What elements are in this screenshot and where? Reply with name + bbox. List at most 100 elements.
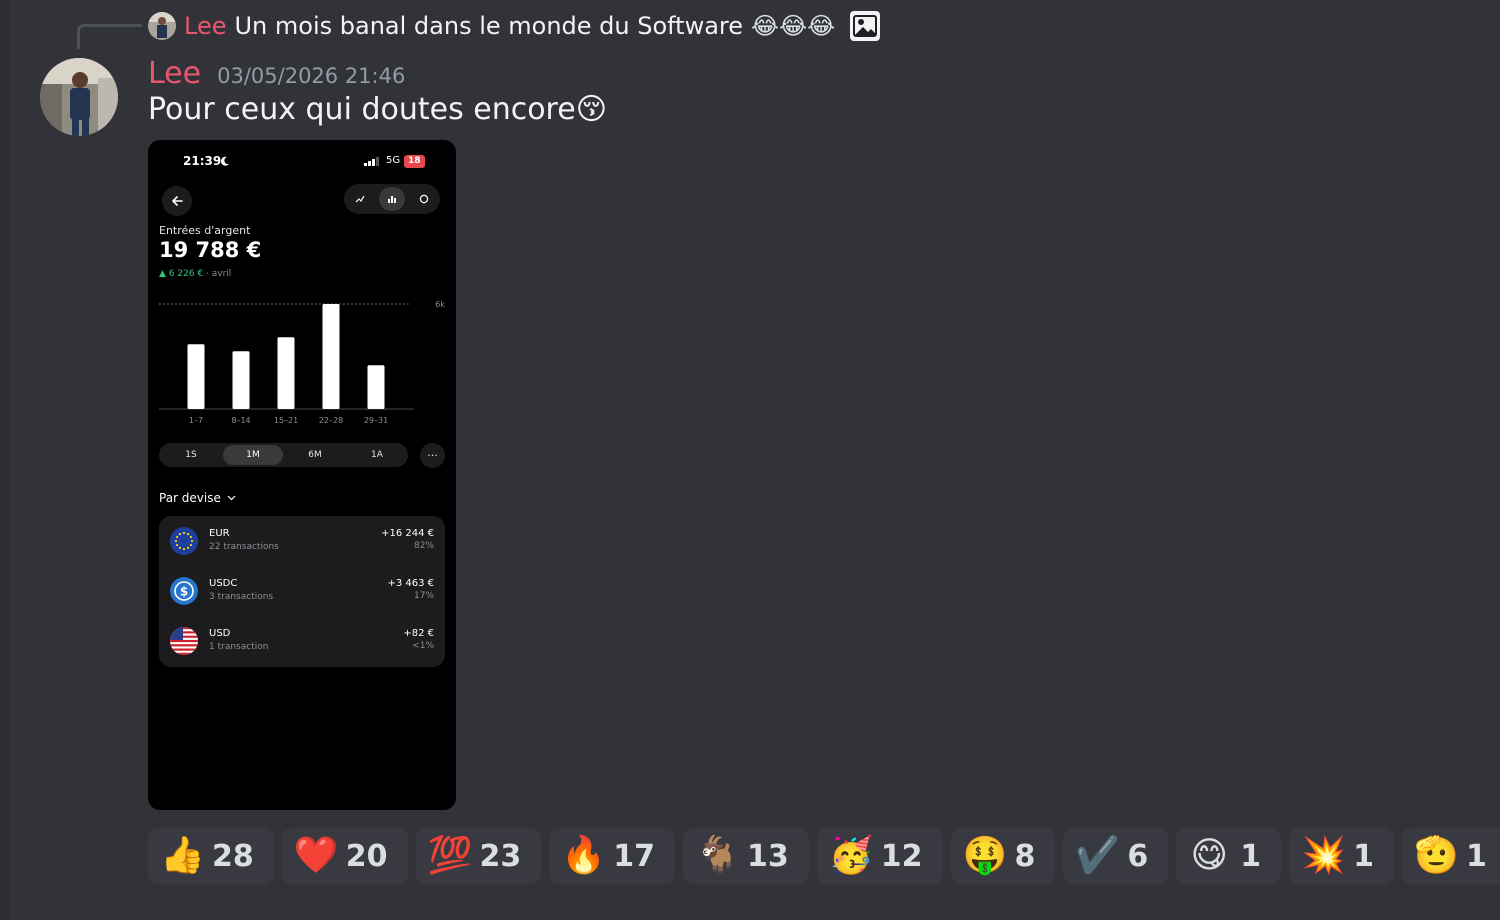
reaction-button[interactable]: 💥 1 — [1289, 828, 1394, 884]
reply-author[interactable]: Lee — [184, 12, 226, 40]
line-chart-icon — [355, 195, 365, 203]
reaction-count: 1 — [1466, 838, 1487, 874]
currency-percent: 82% — [413, 541, 434, 551]
x-tick-label: 22–28 — [319, 416, 343, 425]
reaction-emoji: 😋 — [1190, 835, 1229, 876]
avatar[interactable] — [40, 58, 118, 136]
income-amount: 19 788 € — [159, 238, 262, 262]
reaction-count: 1 — [1353, 838, 1374, 874]
usdc-icon: $ — [170, 577, 198, 605]
currency-code: USD — [209, 628, 231, 639]
arrow-left-icon — [172, 196, 183, 206]
period-option[interactable]: 1M — [223, 445, 283, 465]
reaction-button[interactable]: 🫡 1 — [1402, 828, 1500, 884]
reaction-emoji: 👍 — [160, 835, 205, 876]
x-tick-label: 1–7 — [189, 416, 203, 425]
reaction-button[interactable]: 💯 23 — [415, 828, 542, 884]
chart-bar[interactable] — [277, 337, 295, 409]
reaction-emoji: 🤑 — [962, 835, 1008, 876]
message-emoji: 😚 — [575, 92, 607, 127]
reply-avatar[interactable] — [148, 12, 176, 40]
group-by-dropdown[interactable]: Par devise — [159, 491, 236, 505]
x-tick-label: 15–21 — [274, 416, 298, 425]
phone-time: 21:39 — [183, 154, 222, 168]
currency-amount: +3 463 € — [387, 578, 434, 589]
chart-bar[interactable] — [322, 304, 340, 409]
currency-amount: +16 244 € — [381, 528, 434, 539]
reaction-emoji: 🥳 — [828, 835, 874, 876]
chevron-down-icon — [227, 495, 236, 501]
currency-percent: <1% — [412, 641, 434, 651]
currency-percent: 17% — [413, 591, 434, 601]
reaction-emoji: 💥 — [1301, 835, 1346, 876]
reaction-button[interactable]: 🥳 12 — [816, 828, 943, 884]
eu-flag-icon — [170, 527, 198, 555]
y-tick-label: 6k — [435, 300, 445, 309]
period-option[interactable]: 1S — [161, 445, 221, 465]
chart-bar[interactable] — [232, 351, 250, 409]
reaction-emoji: 💯 — [427, 835, 473, 876]
currency-list: EUR 22 transactions +16 244 € 82% $ USDC… — [159, 516, 445, 667]
income-bar-chart: 6k 1–7 8–14 15–21 22–28 29–31 — [159, 300, 445, 425]
image-attachment[interactable]: 21:39 5G 18 Entrées d'argent 19 788 € ▲ … — [148, 140, 456, 810]
currency-row[interactable]: EUR 22 transactions +16 244 € 82% — [159, 516, 445, 566]
reaction-emoji: ❤️ — [293, 835, 339, 876]
more-options-button[interactable]: ··· — [420, 443, 445, 468]
reaction-emoji: 🐐 — [695, 835, 740, 876]
period-option[interactable]: 6M — [285, 445, 345, 465]
reply-reference[interactable]: Lee Un mois banal dans le monde du Softw… — [148, 8, 881, 44]
image-icon — [850, 11, 881, 41]
currency-row[interactable]: USD 1 transaction +82 € <1% — [159, 616, 445, 666]
currency-code: USDC — [209, 578, 238, 589]
reaction-button[interactable]: 🤑 8 — [950, 828, 1056, 884]
reaction-count: 23 — [479, 838, 522, 874]
group-by-label: Par devise — [159, 491, 221, 505]
currency-amount: +82 € — [403, 628, 434, 639]
reaction-button[interactable]: 🔥 17 — [549, 828, 675, 884]
chart-type-toggle — [344, 184, 440, 214]
reaction-count: 8 — [1014, 838, 1036, 874]
message-header: Lee 03/05/2026 21:46 — [148, 56, 405, 91]
x-tick-label: 29–31 — [364, 416, 388, 425]
message-content: Pour ceux qui doutes encore — [148, 92, 576, 127]
period-option[interactable]: 1A — [347, 445, 407, 465]
reply-emojis: 😂😂😂 — [751, 12, 836, 40]
reaction-button[interactable]: ❤️ 20 — [281, 828, 408, 884]
signal-icon — [364, 157, 379, 166]
reaction-button[interactable]: 😋 1 — [1176, 828, 1282, 884]
reaction-count: 12 — [880, 838, 923, 874]
svg-text:$: $ — [180, 585, 188, 599]
chart-bar[interactable] — [367, 365, 385, 409]
channel-edge — [0, 0, 10, 920]
donut-chart-toggle[interactable] — [411, 187, 437, 211]
bar-chart-icon — [388, 196, 396, 203]
currency-transactions: 22 transactions — [209, 542, 279, 552]
currency-code: EUR — [209, 528, 230, 539]
currency-transactions: 1 transaction — [209, 642, 269, 652]
reaction-count: 1 — [1240, 838, 1262, 874]
chart-bar[interactable] — [187, 344, 205, 409]
line-chart-toggle[interactable] — [347, 187, 373, 211]
donut-chart-icon — [419, 194, 429, 204]
reply-spine — [77, 24, 142, 49]
currency-row[interactable]: $ USDC 3 transactions +3 463 € 17% — [159, 566, 445, 616]
x-tick-label: 8–14 — [231, 416, 250, 425]
back-button[interactable] — [162, 186, 192, 216]
currency-transactions: 3 transactions — [209, 592, 274, 602]
reaction-count: 28 — [212, 838, 254, 874]
reaction-button[interactable]: 🐐 13 — [683, 828, 809, 884]
moon-icon — [220, 156, 229, 166]
delta-period: · avril — [203, 269, 232, 279]
message-timestamp[interactable]: 03/05/2026 21:46 — [217, 64, 405, 88]
reactions-bar: 👍 28 ❤️ 20 💯 23 🔥 17 🐐 13 🥳 12 🤑 8 ✔️ 6 😋 1 💥 1 🫡 1 — [148, 828, 1500, 884]
author-name[interactable]: Lee — [148, 56, 201, 91]
bar-chart-toggle[interactable] — [379, 187, 405, 211]
reaction-button[interactable]: ✔️ 6 — [1063, 828, 1169, 884]
message-text: Pour ceux qui doutes encore 😚 — [148, 92, 607, 127]
network-label: 5G — [386, 155, 401, 166]
delta-value: ▲ 6 226 € — [159, 269, 204, 279]
battery-badge: 18 — [404, 155, 425, 168]
reaction-button[interactable]: 👍 28 — [148, 828, 274, 884]
reaction-emoji: 🔥 — [561, 835, 607, 876]
reply-text[interactable]: Un mois banal dans le monde du Software — [234, 12, 743, 40]
